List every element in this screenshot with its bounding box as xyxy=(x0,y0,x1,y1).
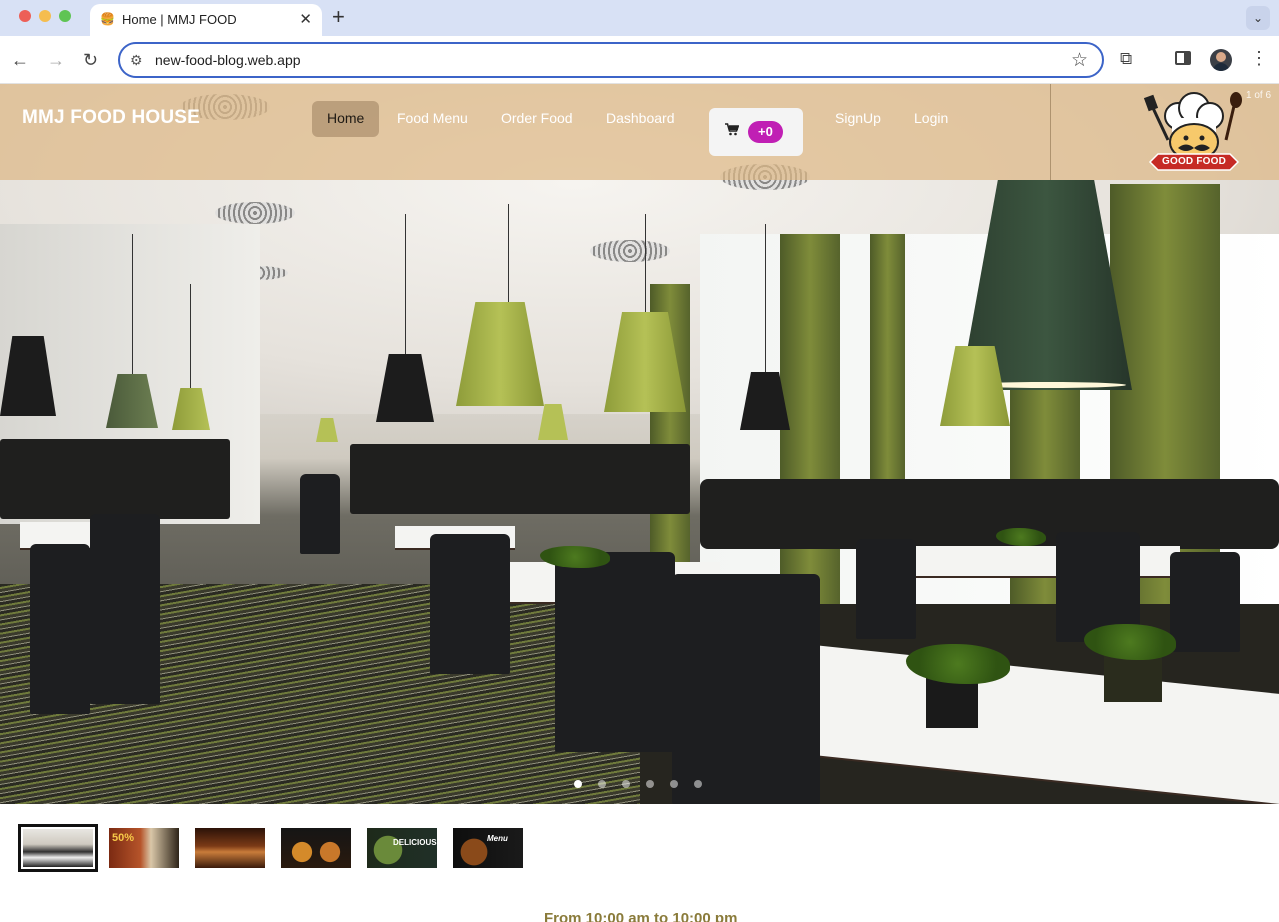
cart-button[interactable]: +0 xyxy=(709,108,803,156)
carousel-dot[interactable] xyxy=(574,780,582,788)
tab-close-icon[interactable]: ✕ xyxy=(299,10,312,28)
thumbnail-burgers[interactable] xyxy=(281,828,351,868)
address-bar[interactable]: ⚙ new-food-blog.web.app ☆ xyxy=(118,42,1104,78)
ceiling-vent xyxy=(590,240,670,262)
lamp-cord xyxy=(508,204,509,304)
forward-icon[interactable]: → xyxy=(47,50,65,70)
lamp-cord xyxy=(132,234,133,374)
thumbnail-caption: DELICIOUS xyxy=(393,838,437,847)
window-minimize-button[interactable] xyxy=(39,10,51,22)
logo-text: GOOD FOOD xyxy=(1162,156,1227,167)
site-info-icon[interactable]: ⚙ xyxy=(130,52,143,69)
good-food-logo[interactable]: GOOD FOOD xyxy=(1138,90,1250,174)
carousel-dot[interactable] xyxy=(598,780,606,788)
back-icon[interactable]: ← xyxy=(11,50,29,70)
hero-booth xyxy=(700,479,1279,549)
opening-hours-text: From 10:00 am to 10:00 pm xyxy=(544,910,738,922)
favicon-icon: 🍔 xyxy=(100,12,115,26)
bookmark-star-icon[interactable]: ☆ xyxy=(1071,49,1088,72)
dining-chair xyxy=(856,539,916,639)
profile-avatar[interactable] xyxy=(1210,49,1232,71)
nav-login-link[interactable]: Login xyxy=(899,101,963,137)
dining-chair xyxy=(430,534,510,674)
window-close-button[interactable] xyxy=(19,10,31,22)
extensions-icon[interactable]: ⧉ xyxy=(1120,49,1132,69)
page-viewport: MMJ FOOD HOUSE Home Food Menu Order Food… xyxy=(0,84,1279,922)
lamp-cord xyxy=(765,224,766,374)
nav-order-food-link[interactable]: Order Food xyxy=(486,101,588,137)
side-panel-icon[interactable] xyxy=(1175,51,1191,65)
new-tab-button[interactable]: + xyxy=(332,4,345,30)
dining-chair xyxy=(300,474,340,554)
url-text[interactable]: new-food-blog.web.app xyxy=(155,52,301,68)
dining-chair xyxy=(672,574,820,804)
dining-chair xyxy=(30,544,90,714)
lamp-cord xyxy=(645,214,646,314)
hero-booth xyxy=(0,439,230,519)
thumbnail-restaurant[interactable] xyxy=(18,824,98,872)
dining-chair xyxy=(555,552,675,752)
browser-toolbar: ← → ↻ ⚙ new-food-blog.web.app ☆ ⧉ ⋮ xyxy=(0,36,1279,84)
site-navbar: MMJ FOOD HOUSE Home Food Menu Order Food… xyxy=(0,84,1279,180)
carousel-dot[interactable] xyxy=(622,780,630,788)
lamp-cord xyxy=(190,284,191,394)
hero-carousel-slide[interactable] xyxy=(0,84,1279,804)
site-brand[interactable]: MMJ FOOD HOUSE xyxy=(22,107,200,129)
carousel-dot[interactable] xyxy=(670,780,678,788)
pendant-lamp xyxy=(316,418,338,442)
carousel-dot[interactable] xyxy=(694,780,702,788)
nav-food-menu-link[interactable]: Food Menu xyxy=(382,101,483,137)
hero-booth xyxy=(350,444,690,514)
tab-title: Home | MMJ FOOD xyxy=(122,12,237,27)
lamp-cord xyxy=(405,214,406,354)
carousel-dot[interactable] xyxy=(646,780,654,788)
slide-counter: 1 of 6 xyxy=(1246,90,1272,101)
browser-tab-active[interactable]: 🍔 Home | MMJ FOOD ✕ xyxy=(90,4,322,36)
nav-signup-link[interactable]: SignUp xyxy=(820,101,896,137)
thumbnail-dining-hall[interactable] xyxy=(195,828,265,868)
thumbnail-caption: Menu xyxy=(487,834,508,843)
tab-search-button[interactable]: ⌄ xyxy=(1246,6,1270,30)
cart-icon xyxy=(725,123,740,139)
nav-home-link[interactable]: Home xyxy=(312,101,380,137)
browser-menu-icon[interactable]: ⋮ xyxy=(1250,48,1268,68)
dining-chair xyxy=(1170,552,1240,652)
browser-tab-strip: 🍔 Home | MMJ FOOD ✕ + ⌄ xyxy=(0,0,1279,36)
dining-chair xyxy=(90,514,160,704)
ceiling-vent xyxy=(215,202,295,224)
cart-count-badge: +0 xyxy=(748,121,783,143)
nav-dashboard-link[interactable]: Dashboard xyxy=(591,101,690,137)
thumbnail-caption: 50% xyxy=(112,832,135,844)
window-zoom-button[interactable] xyxy=(59,10,71,22)
thumbnail-discount-offer[interactable]: 50% xyxy=(109,828,179,868)
reload-icon[interactable]: ↻ xyxy=(83,50,98,70)
thumbnail-menu[interactable]: Menu xyxy=(453,828,523,868)
thumbnail-delicious-food[interactable]: DELICIOUS xyxy=(367,828,437,868)
